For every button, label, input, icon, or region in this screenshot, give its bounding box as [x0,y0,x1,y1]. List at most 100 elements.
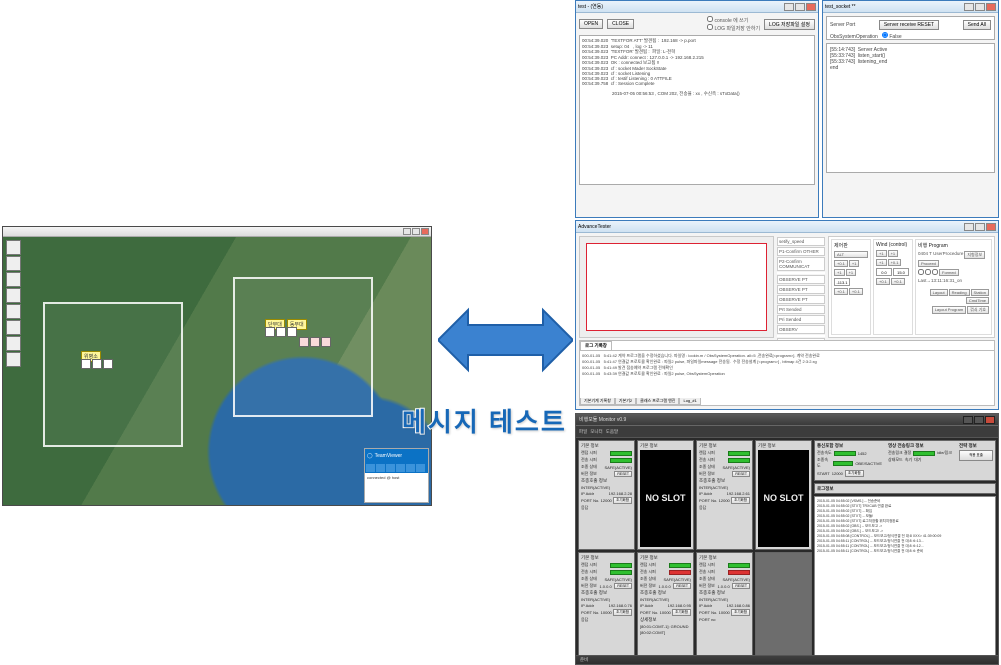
map-tool-2[interactable] [6,256,21,271]
slot6-reset-btn[interactable]: RESET [673,583,691,589]
tv-btn-6[interactable] [416,464,425,472]
unit-icon-5[interactable] [276,327,286,337]
right-chk1[interactable] [918,269,924,275]
fld-field-2[interactable] [893,268,909,276]
menu-help[interactable]: 도움말 [606,429,618,435]
right-chk3[interactable] [932,269,938,275]
unit-icon-2[interactable] [92,359,102,369]
right-chk2[interactable] [925,269,931,275]
mon-close-btn[interactable] [985,416,995,424]
teamviewer-panel[interactable]: ◯ TeamViewer connected @ host [364,448,429,503]
map-tool-7[interactable] [6,336,21,351]
srv-max-btn[interactable] [975,3,985,11]
fld-btn-3[interactable]: +1 [876,259,887,266]
map-tool-1[interactable] [6,240,21,255]
rt-goto-btn[interactable]: 적용 표출 [959,450,993,461]
srv-min-btn[interactable] [964,3,974,11]
fld-btn-2[interactable]: +1 [888,250,899,257]
bbtn-0[interactable]: Layout [930,289,948,296]
unit-icon-7[interactable] [299,337,309,347]
adv-log-pane[interactable]: 000-01-05 5:41:42 계약 프로그램을 수정하셨습니다. 파일명 … [580,350,994,398]
proceed-btn[interactable]: Proceed [918,260,939,267]
log-close-btn[interactable] [806,3,816,11]
bbtn2-0[interactable]: Layout Program [932,306,966,314]
ctl-btn-5[interactable]: +0.1 [849,288,863,295]
adv-max-btn[interactable] [975,223,985,231]
log-area[interactable]: 00:54:39.020 'TEXTFOR ATT' 발견됨 : 192.168… [579,35,815,185]
slot5-reset-btn[interactable]: RESET [614,583,632,589]
formed-btn[interactable]: Formed [939,269,959,276]
map-tool-5[interactable] [6,304,21,319]
slot7-refresh-btn[interactable]: 초기화함 [731,609,750,616]
subtab-2[interactable]: 클래스 프로그램 엔진 [636,398,679,405]
open-button[interactable]: OPEN [579,19,603,29]
bbtn-3[interactable]: CmdTime [966,297,989,304]
server-send-all-button[interactable]: Send All [963,20,991,30]
close-button[interactable]: CLOSE [607,19,634,29]
chk-logfile[interactable] [707,24,713,30]
fld-btn-5[interactable]: +0.1 [876,278,890,285]
fld-btn-1[interactable]: +1 [876,250,887,257]
slot5-refresh-btn[interactable]: 초기화함 [613,609,632,616]
fld-field-1[interactable] [876,268,892,276]
map-tool-6[interactable] [6,320,21,335]
map-tool-3[interactable] [6,272,21,287]
ctl-btn-4[interactable]: +0.1 [834,288,848,295]
menu-file[interactable]: 파일 [579,429,587,435]
maximize-button[interactable] [412,228,420,235]
unit-icon-8[interactable] [310,337,320,347]
right-log[interactable]: 2015-01-05 04:55:02 [VSMS.] -- 전송준비 2015… [814,496,996,662]
adv-canvas[interactable] [586,243,767,331]
tv-btn-2[interactable] [376,464,385,472]
unit-icon-6[interactable] [287,327,297,337]
ctl-field-0[interactable] [834,278,850,286]
tab-log[interactable]: 로그 기록창 [580,341,612,350]
tv-btn-4[interactable] [396,464,405,472]
log-max-btn[interactable] [795,3,805,11]
rt-refresh-btn[interactable]: 초기화함 [845,470,864,477]
mon-min-btn[interactable] [963,416,973,424]
log-path-set-btn[interactable]: LOG 저장파일 설정 [764,19,815,30]
ctl-btn-3[interactable]: +1 [846,269,857,276]
unit-icon-3[interactable] [103,359,113,369]
tv-btn-3[interactable] [386,464,395,472]
bbtn-2[interactable]: Station [971,289,989,296]
unit-icon-4[interactable] [265,327,275,337]
subtab-3[interactable]: Log_#1 [679,398,700,405]
alt-btn[interactable]: ALT [834,251,868,258]
slot6-refresh-btn[interactable]: 초기화함 [672,609,691,616]
slot1-reset-btn[interactable]: RESET [614,471,632,477]
bbtn2-1[interactable]: 꺾쇠 기호 [967,306,989,314]
minimize-button[interactable] [403,228,411,235]
selection-b[interactable] [233,277,373,417]
server-log[interactable]: [55:14:743] Server Active [55:33:743] li… [826,43,995,173]
mon-max-btn[interactable] [974,416,984,424]
chk-console[interactable] [707,16,713,22]
slot3-refresh-btn[interactable]: 초기화함 [731,497,750,504]
ctl-btn-0[interactable]: +0.1 [834,260,848,267]
subtab-1[interactable]: 기본기2 [615,398,636,405]
slot7-reset-btn[interactable]: RESET [732,583,750,589]
subtab-0[interactable]: 기본기계 기록창 [580,398,615,405]
adv-close-btn[interactable] [986,223,996,231]
unit-icon-9[interactable] [321,337,331,347]
bbtn-1[interactable]: Reading [949,289,970,296]
selection-a[interactable] [43,302,183,447]
slot3-reset-btn[interactable]: RESET [732,471,750,477]
menu-monitor[interactable]: 모니터 [590,429,602,435]
ctl-btn-1[interactable]: +1 [849,260,860,267]
log-min-btn[interactable] [784,3,794,11]
obs-false-radio[interactable] [882,32,888,38]
save-geo-btn[interactable]: 지형정보 [964,251,985,259]
unit-icon-1[interactable] [81,359,91,369]
fld-btn-6[interactable]: +0.1 [891,278,905,285]
tv-btn-5[interactable] [406,464,415,472]
srv-close-btn[interactable] [986,3,996,11]
map-tool-8[interactable] [6,352,21,367]
slot1-refresh-btn[interactable]: 초기화함 [613,497,632,504]
fld-btn-4[interactable]: +0.1 [888,259,902,266]
map-canvas[interactable]: 위병소 단부대 동부대 ◯ TeamViewer [3,237,431,505]
ctl-btn-2[interactable]: +1 [834,269,845,276]
adv-min-btn[interactable] [964,223,974,231]
tv-btn-1[interactable] [366,464,375,472]
